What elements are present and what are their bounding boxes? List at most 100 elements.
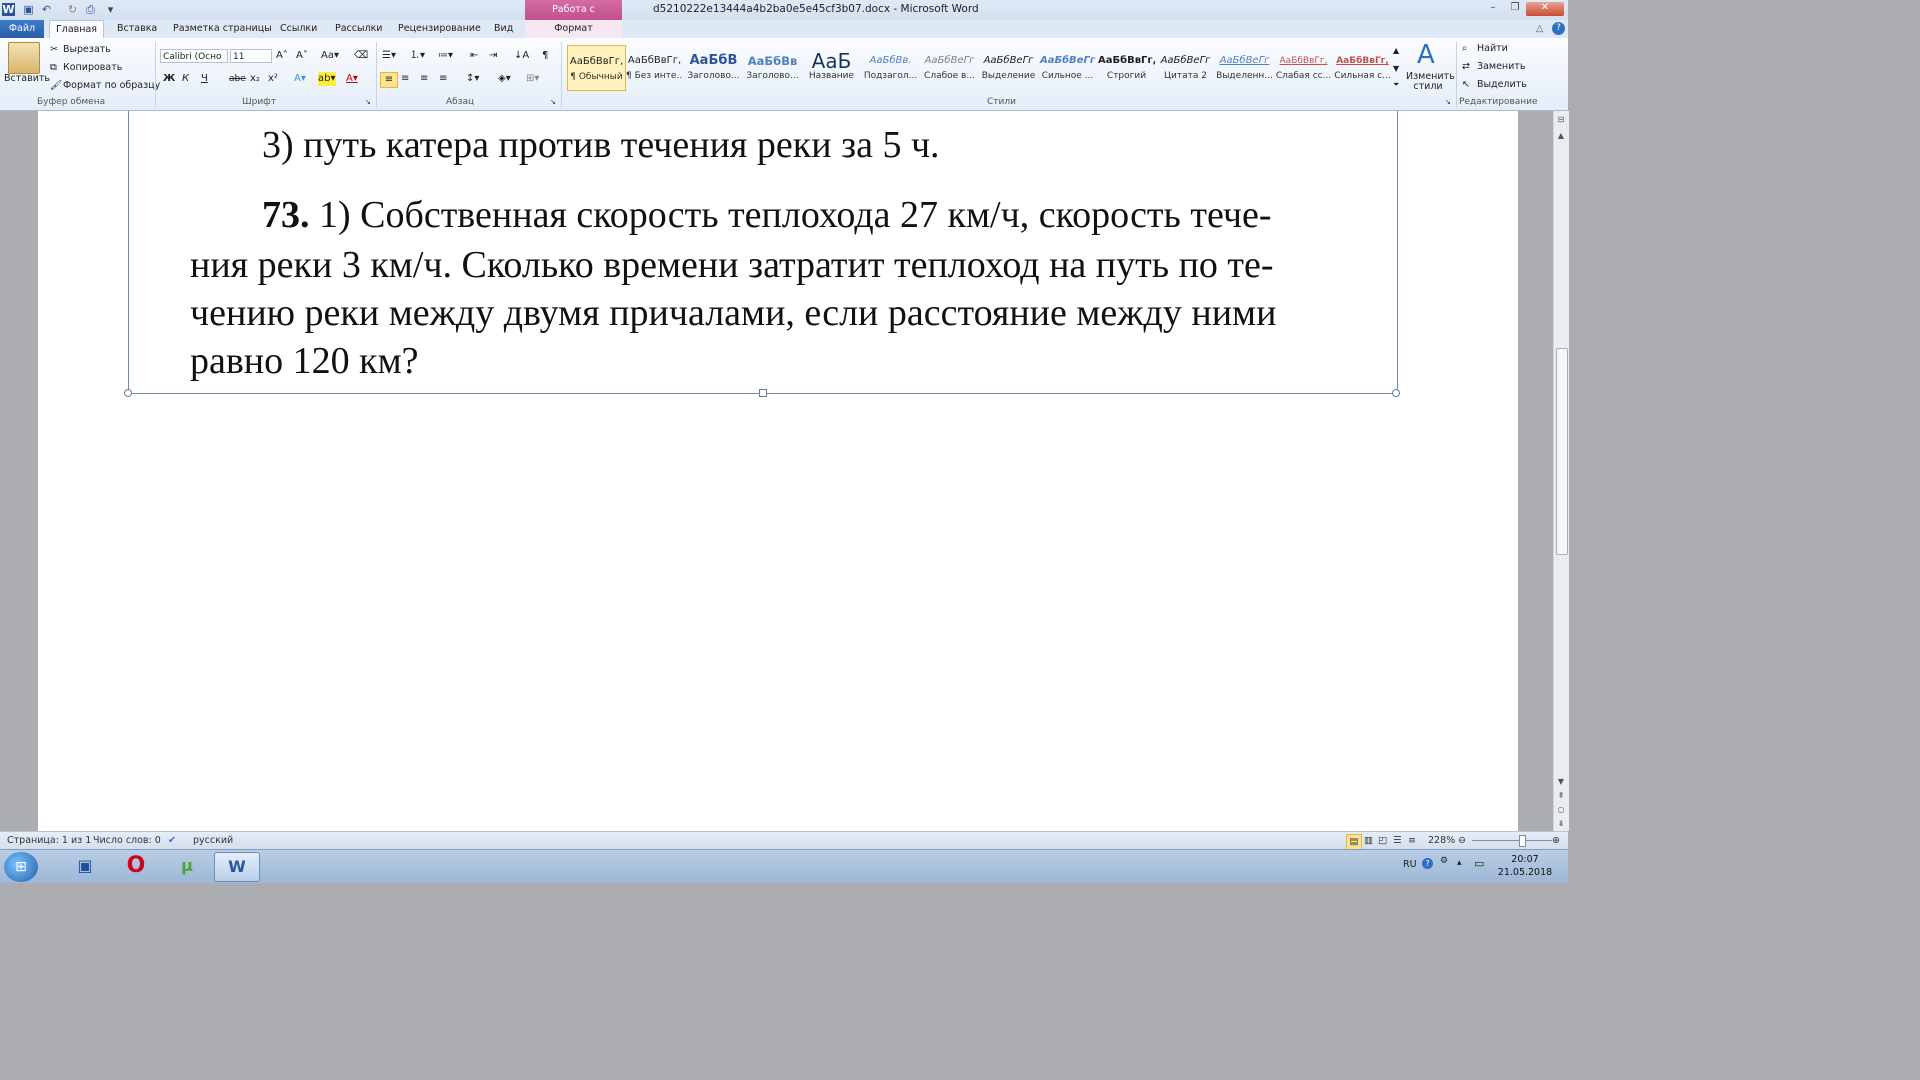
web-layout-icon[interactable]: ◰ — [1378, 832, 1387, 850]
font-name-combo[interactable]: Calibri (Осно — [160, 49, 228, 63]
redo-icon[interactable]: ↻ — [66, 3, 79, 16]
zoom-level[interactable]: 228% — [1428, 832, 1455, 850]
style-subtle-emphasis[interactable]: АаБбВеГг Слабое в... — [921, 45, 978, 89]
font-color-icon[interactable]: A▾ — [346, 72, 358, 86]
style-strong[interactable]: АаБбВвГг, Строгий — [1098, 45, 1155, 89]
align-left-icon[interactable]: ≡ — [380, 72, 398, 88]
styles-scroll-up-icon[interactable]: ▲ — [1393, 44, 1399, 58]
style-emphasis[interactable]: АаБбВеГг Выделение — [980, 45, 1037, 89]
underline-button[interactable]: Ч — [201, 72, 208, 86]
language-status[interactable]: русский — [193, 832, 233, 850]
undo-icon[interactable]: ↶ — [40, 3, 53, 16]
browse-object-icon[interactable]: ○ — [1556, 805, 1566, 815]
network-icon[interactable]: ▭ — [1474, 857, 1484, 870]
scrollbar-thumb[interactable] — [1556, 348, 1568, 555]
tab-mailings[interactable]: Рассылки — [335, 20, 382, 38]
zoom-slider[interactable] — [1472, 840, 1552, 841]
style-heading-2[interactable]: АаБбВв Заголово... — [744, 45, 801, 89]
minimize-button[interactable]: – — [1484, 2, 1502, 14]
increase-indent-icon[interactable]: ⇥ — [489, 49, 497, 63]
text-effects-icon[interactable]: A▾ — [294, 72, 306, 86]
save-icon[interactable]: ▣ — [22, 3, 35, 16]
subscript-button[interactable]: x₂ — [250, 72, 260, 86]
print-layout-icon[interactable]: ▤ — [1346, 834, 1362, 850]
tab-page-layout[interactable]: Разметка страницы — [173, 20, 272, 38]
style-intense-reference[interactable]: АаБбВвГг, Сильная с... — [1334, 45, 1391, 89]
grow-font-icon[interactable]: A˄ — [276, 49, 288, 63]
tab-references[interactable]: Ссылки — [280, 20, 317, 38]
highlight-icon[interactable]: ab▾ — [318, 72, 336, 86]
previous-page-icon[interactable]: ⇞ — [1556, 791, 1566, 801]
scroll-up-icon[interactable]: ▲ — [1556, 131, 1566, 141]
tab-home[interactable]: Главная — [49, 20, 104, 38]
style-intense-emphasis[interactable]: АаБбВеГг Сильное ... — [1039, 45, 1096, 89]
change-styles-button[interactable]: Изменить стили — [1406, 72, 1455, 92]
numbering-icon[interactable]: ⒈▾ — [410, 49, 425, 63]
help-icon[interactable]: ? — [1552, 22, 1565, 35]
font-dialog-launcher-icon[interactable]: ↘ — [365, 98, 371, 106]
document-area[interactable]: 3) путь катера против течения реки за 5 … — [0, 111, 1553, 831]
line-spacing-icon[interactable]: ↕▾ — [466, 72, 479, 86]
copy-button[interactable]: Копировать — [63, 62, 122, 73]
multilevel-list-icon[interactable]: ≔▾ — [438, 49, 453, 63]
paste-button[interactable]: Вставить — [4, 73, 50, 84]
show-marks-icon[interactable]: ¶ — [542, 49, 548, 63]
style-normal[interactable]: АаБбВвГг, ¶ Обычный — [567, 45, 626, 91]
styles-dialog-launcher-icon[interactable]: ↘ — [1445, 98, 1451, 106]
styles-scroll-down-icon[interactable]: ▼ — [1393, 62, 1399, 76]
style-intense-quote[interactable]: АаБбВеГг Выделенн... — [1216, 45, 1273, 89]
sort-icon[interactable]: ↓A — [514, 49, 529, 63]
tab-file[interactable]: Файл — [0, 20, 44, 38]
word-count[interactable]: Число слов: 0 — [93, 832, 161, 850]
customize-quick-access-icon[interactable]: ▾ — [104, 3, 117, 16]
minimize-ribbon-icon[interactable]: △ — [1536, 20, 1543, 38]
format-painter-button[interactable]: Формат по образцу — [63, 80, 160, 91]
align-right-icon[interactable]: ≡ — [420, 72, 428, 86]
ruler-toggle-icon[interactable]: ⊟ — [1556, 115, 1566, 125]
page-count[interactable]: Страница: 1 из 1 — [7, 832, 91, 850]
resize-handle-bottom-left[interactable] — [124, 389, 132, 397]
change-case-icon[interactable]: Aa▾ — [321, 49, 339, 63]
save-app-icon[interactable]: ▣ — [63, 852, 107, 880]
resize-handle-bottom-right[interactable] — [1392, 389, 1400, 397]
decrease-indent-icon[interactable]: ⇤ — [470, 49, 478, 63]
bold-button[interactable]: Ж — [163, 72, 175, 86]
italic-button[interactable]: К — [182, 72, 189, 86]
utorrent-icon[interactable]: µ — [165, 852, 209, 880]
print-preview-icon[interactable]: ⎙ — [84, 3, 97, 16]
select-button[interactable]: Выделить — [1477, 79, 1527, 90]
font-size-combo[interactable]: 11 — [230, 49, 272, 63]
tray-settings-icon[interactable]: ⚙ — [1440, 856, 1448, 866]
style-quote-2[interactable]: АаБбВеГг Цитата 2 — [1157, 45, 1214, 89]
input-language[interactable]: RU — [1403, 859, 1417, 870]
vertical-scrollbar[interactable]: ⊟ ▲ ▼ ⇞ ○ ⇟ — [1553, 111, 1569, 831]
tab-review[interactable]: Рецензирование — [398, 20, 481, 38]
style-no-spacing[interactable]: АаБбВвГг, ¶ Без инте... — [626, 45, 683, 89]
replace-button[interactable]: Заменить — [1477, 61, 1525, 72]
close-button[interactable]: ✕ — [1526, 2, 1564, 16]
style-subtitle[interactable]: АаБбВв. Подзагол... — [862, 45, 919, 89]
document-page[interactable]: 3) путь катера против течения реки за 5 … — [38, 111, 1518, 831]
taskbar-clock[interactable]: 20:07 21.05.2018 — [1495, 853, 1555, 879]
borders-icon[interactable]: ⊞▾ — [526, 72, 539, 86]
zoom-out-icon[interactable]: ⊖ — [1458, 832, 1466, 850]
tab-insert[interactable]: Вставка — [117, 20, 157, 38]
strikethrough-button[interactable]: abe — [229, 72, 246, 86]
bullets-icon[interactable]: ☰▾ — [382, 49, 396, 63]
maximize-button[interactable]: ❐ — [1506, 2, 1524, 14]
shading-icon[interactable]: ◈▾ — [498, 72, 511, 86]
outline-view-icon[interactable]: ☰ — [1393, 832, 1402, 850]
find-button[interactable]: Найти — [1477, 43, 1508, 54]
help-tray-icon[interactable]: ? — [1422, 858, 1433, 869]
change-styles-icon[interactable]: A — [1417, 40, 1435, 70]
shrink-font-icon[interactable]: A˅ — [296, 49, 308, 63]
tab-view[interactable]: Вид — [494, 20, 513, 38]
tab-format[interactable]: Формат — [525, 20, 622, 38]
opera-icon[interactable]: O — [114, 852, 158, 880]
word-taskbar-icon[interactable]: W — [214, 852, 260, 882]
style-title[interactable]: АаБ Название — [803, 45, 860, 89]
paste-icon[interactable] — [8, 42, 40, 74]
cut-button[interactable]: Вырезать — [63, 44, 111, 55]
scroll-down-icon[interactable]: ▼ — [1556, 777, 1566, 787]
styles-more-icon[interactable]: ⏷ — [1393, 78, 1399, 92]
